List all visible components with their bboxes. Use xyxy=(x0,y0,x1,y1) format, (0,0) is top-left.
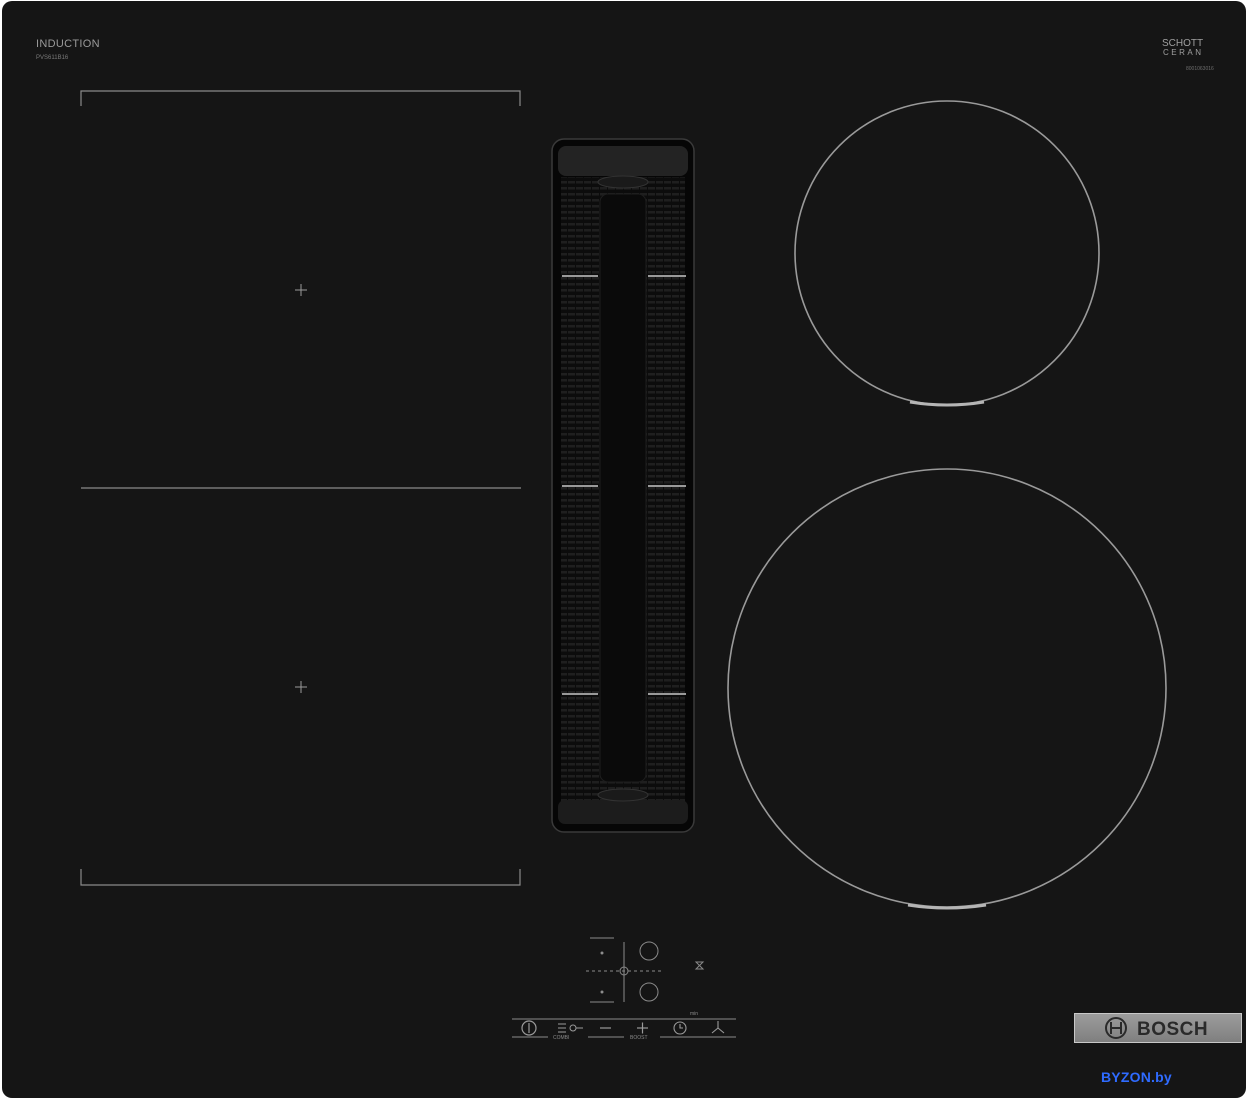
bosch-badge: BOSCH xyxy=(1074,1013,1242,1043)
combi-key-icon[interactable] xyxy=(558,1023,583,1033)
flex-zone-bottom[interactable] xyxy=(80,681,521,886)
cooktop-drawing xyxy=(80,90,1167,1038)
clock-icon[interactable] xyxy=(673,1021,687,1035)
bosch-armature-icon xyxy=(1105,1017,1127,1039)
fan-icon[interactable] xyxy=(711,1021,725,1034)
cooking-zone-rear-right[interactable] xyxy=(794,100,1100,407)
control-strip xyxy=(512,1018,736,1038)
combi-label: COMBI xyxy=(553,1035,570,1041)
boost-label: BOOST xyxy=(630,1035,648,1041)
flex-zone-top[interactable] xyxy=(80,90,521,296)
cooking-zone-front-right[interactable] xyxy=(727,468,1167,910)
watermark: BYZON.by xyxy=(1101,1069,1172,1085)
plus-icon[interactable] xyxy=(637,1022,648,1034)
hourglass-icon xyxy=(694,961,705,970)
min-label: min xyxy=(690,1011,699,1017)
downdraft-vent[interactable] xyxy=(551,138,695,833)
zone-indicator xyxy=(586,937,662,1003)
power-icon[interactable] xyxy=(521,1020,537,1036)
bosch-logo-text: BOSCH xyxy=(1137,1019,1209,1040)
